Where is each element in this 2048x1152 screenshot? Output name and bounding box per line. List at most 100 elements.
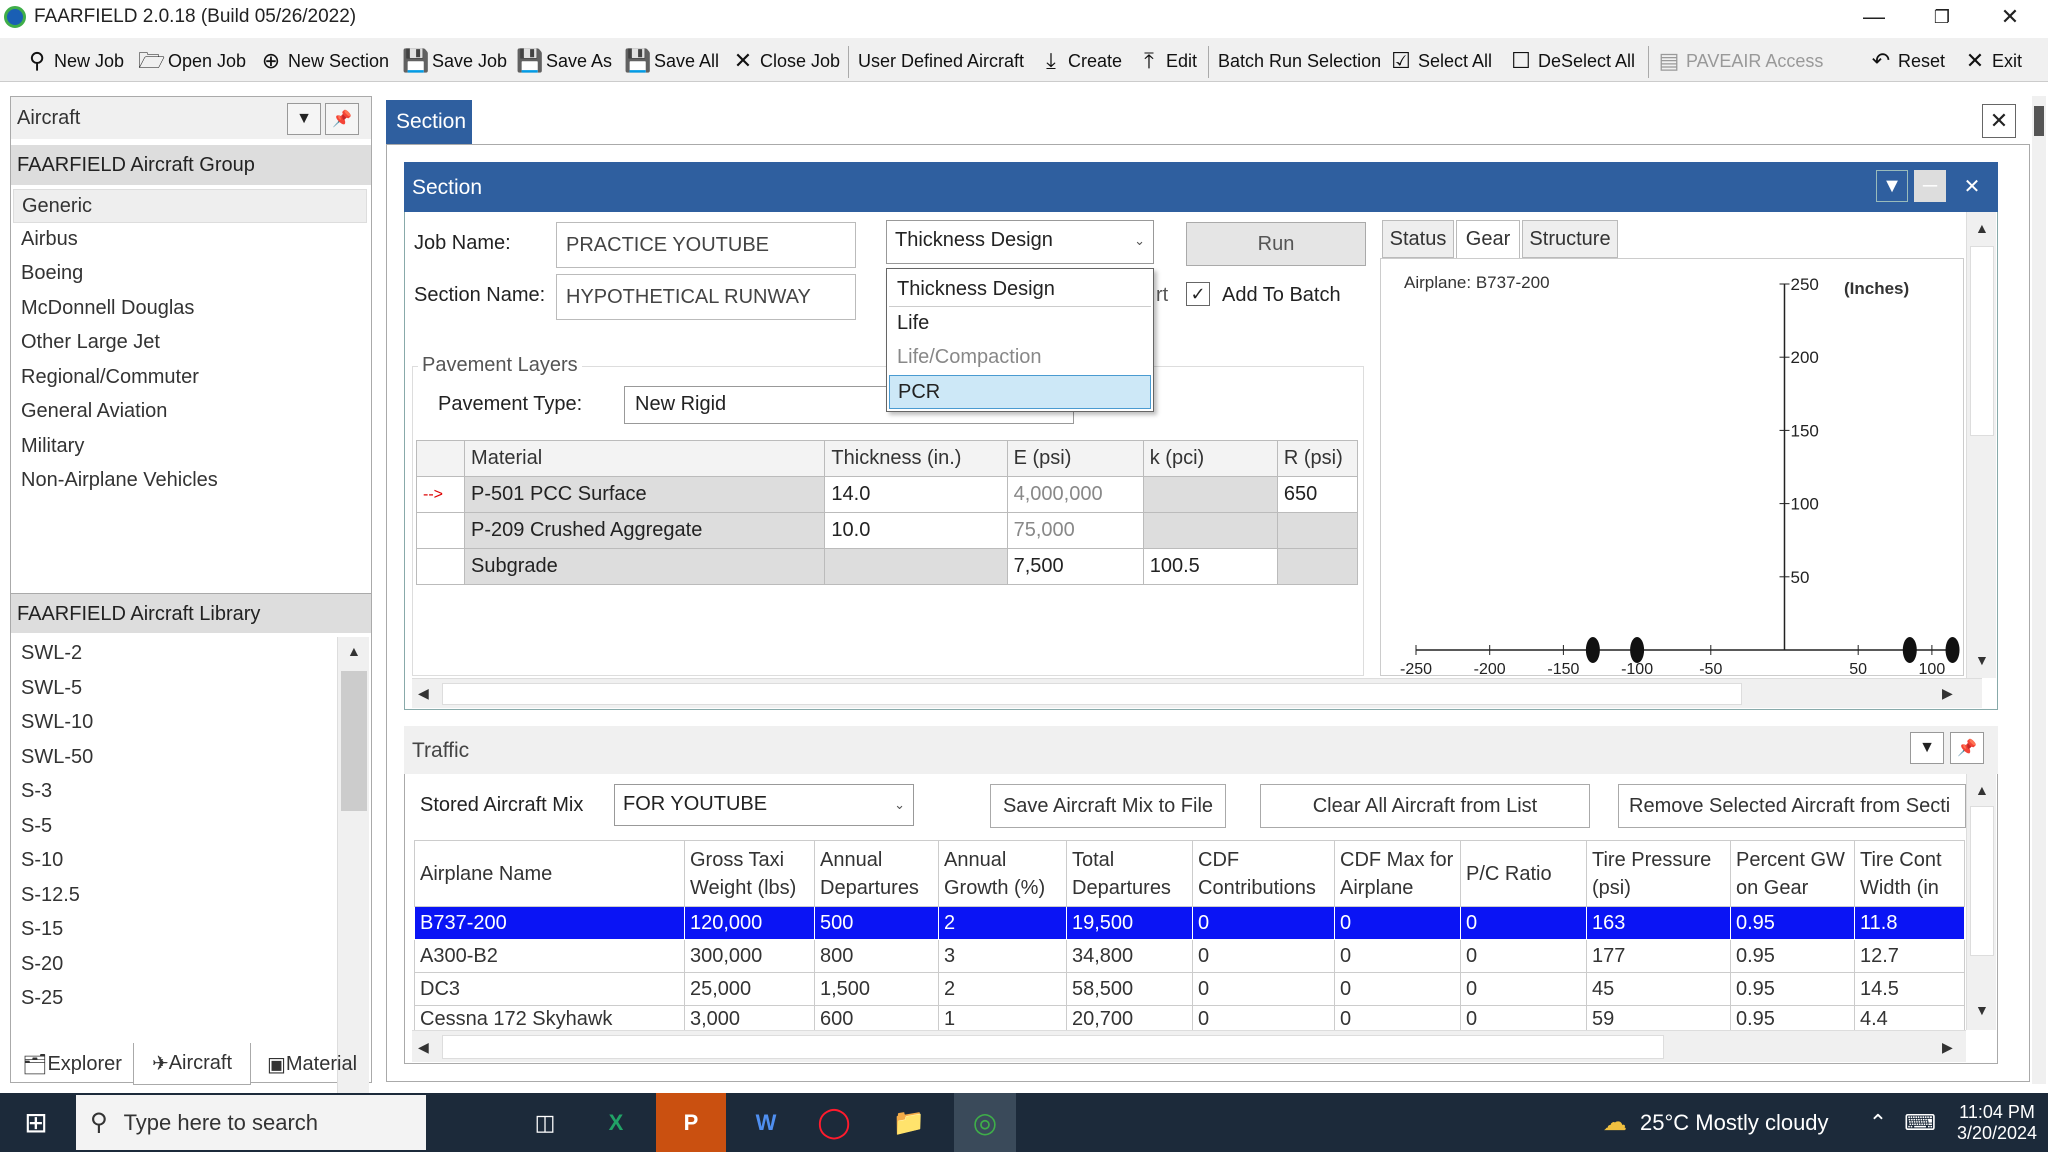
scroll-up-icon[interactable]: ▲: [1975, 782, 1989, 798]
k-cell[interactable]: [1142, 476, 1278, 513]
dropdown-option[interactable]: Life: [889, 307, 1151, 341]
tab-structure[interactable]: Structure: [1522, 220, 1618, 258]
close-document-button[interactable]: ✕: [1982, 104, 2016, 138]
group-item[interactable]: Generic: [13, 189, 367, 223]
traffic-cell[interactable]: 58,500: [1066, 972, 1193, 1006]
scroll-down-icon[interactable]: ▼: [1975, 652, 1989, 668]
scroll-thumb[interactable]: [2034, 106, 2044, 136]
minimize-button[interactable]: —: [1840, 0, 1908, 34]
library-item[interactable]: S-3: [13, 775, 333, 809]
scroll-up-icon[interactable]: ▲: [1975, 220, 1989, 236]
e-cell[interactable]: 7,500: [1006, 548, 1144, 585]
traffic-hscrollbar[interactable]: ◀ ▶: [412, 1030, 1966, 1062]
traffic-cell[interactable]: 1,500: [814, 972, 939, 1006]
r-cell[interactable]: [1276, 548, 1359, 585]
scroll-thumb[interactable]: [442, 1035, 1664, 1059]
opera-icon[interactable]: ◯: [806, 1093, 862, 1152]
panel-pin-button[interactable]: 📌: [325, 103, 359, 135]
tab-material[interactable]: ▣ Material: [253, 1043, 371, 1085]
traffic-cell[interactable]: A300-B2: [414, 939, 685, 973]
traffic-cell[interactable]: 12.7: [1854, 939, 1965, 973]
clock[interactable]: 11:04 PM 3/20/2024: [1950, 1093, 2044, 1152]
traffic-cell[interactable]: 45: [1586, 972, 1731, 1006]
traffic-cell[interactable]: 11.8: [1854, 906, 1965, 940]
group-item[interactable]: Regional/Commuter: [13, 361, 367, 395]
dropdown-option[interactable]: PCR: [889, 375, 1151, 409]
chart-vscrollbar[interactable]: ▲ ▼: [1966, 212, 1996, 678]
add-to-batch-checkbox[interactable]: ✓: [1186, 282, 1210, 306]
k-cell[interactable]: [1142, 512, 1278, 549]
powerpoint-icon[interactable]: P: [656, 1093, 726, 1152]
weather-text[interactable]: 25°C Mostly cloudy: [1640, 1093, 1840, 1152]
open-job-button[interactable]: 🗁 Open Job: [138, 46, 246, 76]
chevron-up-icon[interactable]: ⌃: [1862, 1093, 1894, 1152]
select-all-button[interactable]: ☑ Select All: [1388, 46, 1492, 76]
thickness-cell[interactable]: [824, 548, 1008, 585]
library-item[interactable]: S-12.5: [13, 879, 333, 913]
group-item[interactable]: General Aviation: [13, 395, 367, 429]
traffic-cell[interactable]: 0.95: [1730, 972, 1855, 1006]
e-cell[interactable]: 4,000,000: [1006, 476, 1144, 513]
exit-button[interactable]: ✕ Exit: [1962, 46, 2022, 76]
group-item[interactable]: Military: [13, 430, 367, 464]
tab-gear[interactable]: Gear: [1456, 220, 1520, 258]
section-dropdown-button[interactable]: ▼: [1876, 170, 1908, 202]
task-view-icon[interactable]: ◫: [520, 1093, 570, 1152]
traffic-vscrollbar[interactable]: ▲ ▼: [1966, 774, 1996, 1030]
traffic-cell[interactable]: 800: [814, 939, 939, 973]
traffic-cell[interactable]: B737-200: [414, 906, 685, 940]
design-mode-select[interactable]: Thickness Design ⌄: [886, 220, 1154, 264]
traffic-cell[interactable]: 0: [1192, 972, 1335, 1006]
traffic-cell[interactable]: 163: [1586, 906, 1731, 940]
group-item[interactable]: Airbus: [13, 223, 367, 257]
traffic-cell[interactable]: 0: [1334, 972, 1461, 1006]
batch-run-selection-button[interactable]: Batch Run Selection: [1218, 46, 1381, 76]
save-mix-button[interactable]: Save Aircraft Mix to File: [990, 784, 1226, 828]
scroll-down-icon[interactable]: ▼: [1975, 1002, 1989, 1018]
user-defined-aircraft-button[interactable]: User Defined Aircraft: [858, 46, 1024, 76]
clear-all-aircraft-button[interactable]: Clear All Aircraft from List: [1260, 784, 1590, 828]
faarfield-taskbar-icon[interactable]: ◎: [954, 1093, 1016, 1152]
new-section-button[interactable]: ⊕ New Section: [258, 46, 389, 76]
traffic-dropdown-button[interactable]: ▼: [1910, 732, 1944, 764]
reset-button[interactable]: ↶ Reset: [1868, 46, 1945, 76]
file-explorer-icon[interactable]: 📁: [878, 1093, 940, 1152]
traffic-cell[interactable]: 25,000: [684, 972, 815, 1006]
scroll-right-icon[interactable]: ▶: [1942, 685, 1953, 702]
section-name-input[interactable]: HYPOTHETICAL RUNWAY: [556, 274, 856, 320]
create-button[interactable]: ⤓ Create: [1038, 46, 1122, 76]
paveair-access-button[interactable]: ▤ PAVEAIR Access: [1656, 46, 1824, 76]
remove-selected-aircraft-button[interactable]: Remove Selected Aircraft from Secti: [1618, 784, 1966, 828]
group-item[interactable]: Non-Airplane Vehicles: [13, 464, 367, 498]
windows-start-icon[interactable]: ⊞: [0, 1093, 72, 1152]
traffic-cell[interactable]: 0: [1334, 939, 1461, 973]
traffic-cell[interactable]: 0: [1460, 939, 1587, 973]
section-hscrollbar[interactable]: ◀ ▶: [412, 678, 1982, 708]
group-item[interactable]: Boeing: [13, 257, 367, 291]
traffic-cell[interactable]: 19,500: [1066, 906, 1193, 940]
group-item[interactable]: Other Large Jet: [13, 326, 367, 360]
group-item[interactable]: McDonnell Douglas: [13, 292, 367, 326]
traffic-cell[interactable]: 0: [1192, 906, 1335, 940]
close-window-button[interactable]: ✕: [1976, 0, 2044, 34]
deselect-all-button[interactable]: ☐ DeSelect All: [1508, 46, 1635, 76]
thickness-cell[interactable]: 14.0: [824, 476, 1008, 513]
layer-row[interactable]: Subgrade 7,500 100.5: [415, 548, 1359, 585]
tab-status[interactable]: Status: [1382, 220, 1454, 258]
traffic-cell[interactable]: 177: [1586, 939, 1731, 973]
traffic-cell[interactable]: 0: [1460, 972, 1587, 1006]
keyboard-icon[interactable]: ⌨: [1900, 1093, 1940, 1152]
library-item[interactable]: S-5: [13, 810, 333, 844]
scroll-left-icon[interactable]: ◀: [418, 1039, 429, 1056]
tab-aircraft[interactable]: ✈ Aircraft: [133, 1043, 251, 1085]
e-cell[interactable]: 75,000: [1006, 512, 1144, 549]
excel-icon[interactable]: X: [588, 1093, 644, 1152]
edit-button[interactable]: ⤒ Edit: [1136, 46, 1197, 76]
run-button[interactable]: Run: [1186, 222, 1366, 266]
traffic-cell[interactable]: 14.5: [1854, 972, 1965, 1006]
layer-row[interactable]: --> P-501 PCC Surface 14.0 4,000,000 650: [415, 476, 1359, 513]
library-item[interactable]: SWL-2: [13, 637, 333, 671]
section-close-button[interactable]: ✕: [1956, 170, 1988, 202]
material-cell[interactable]: P-209 Crushed Aggregate: [464, 512, 826, 549]
library-item[interactable]: SWL-50: [13, 741, 333, 775]
